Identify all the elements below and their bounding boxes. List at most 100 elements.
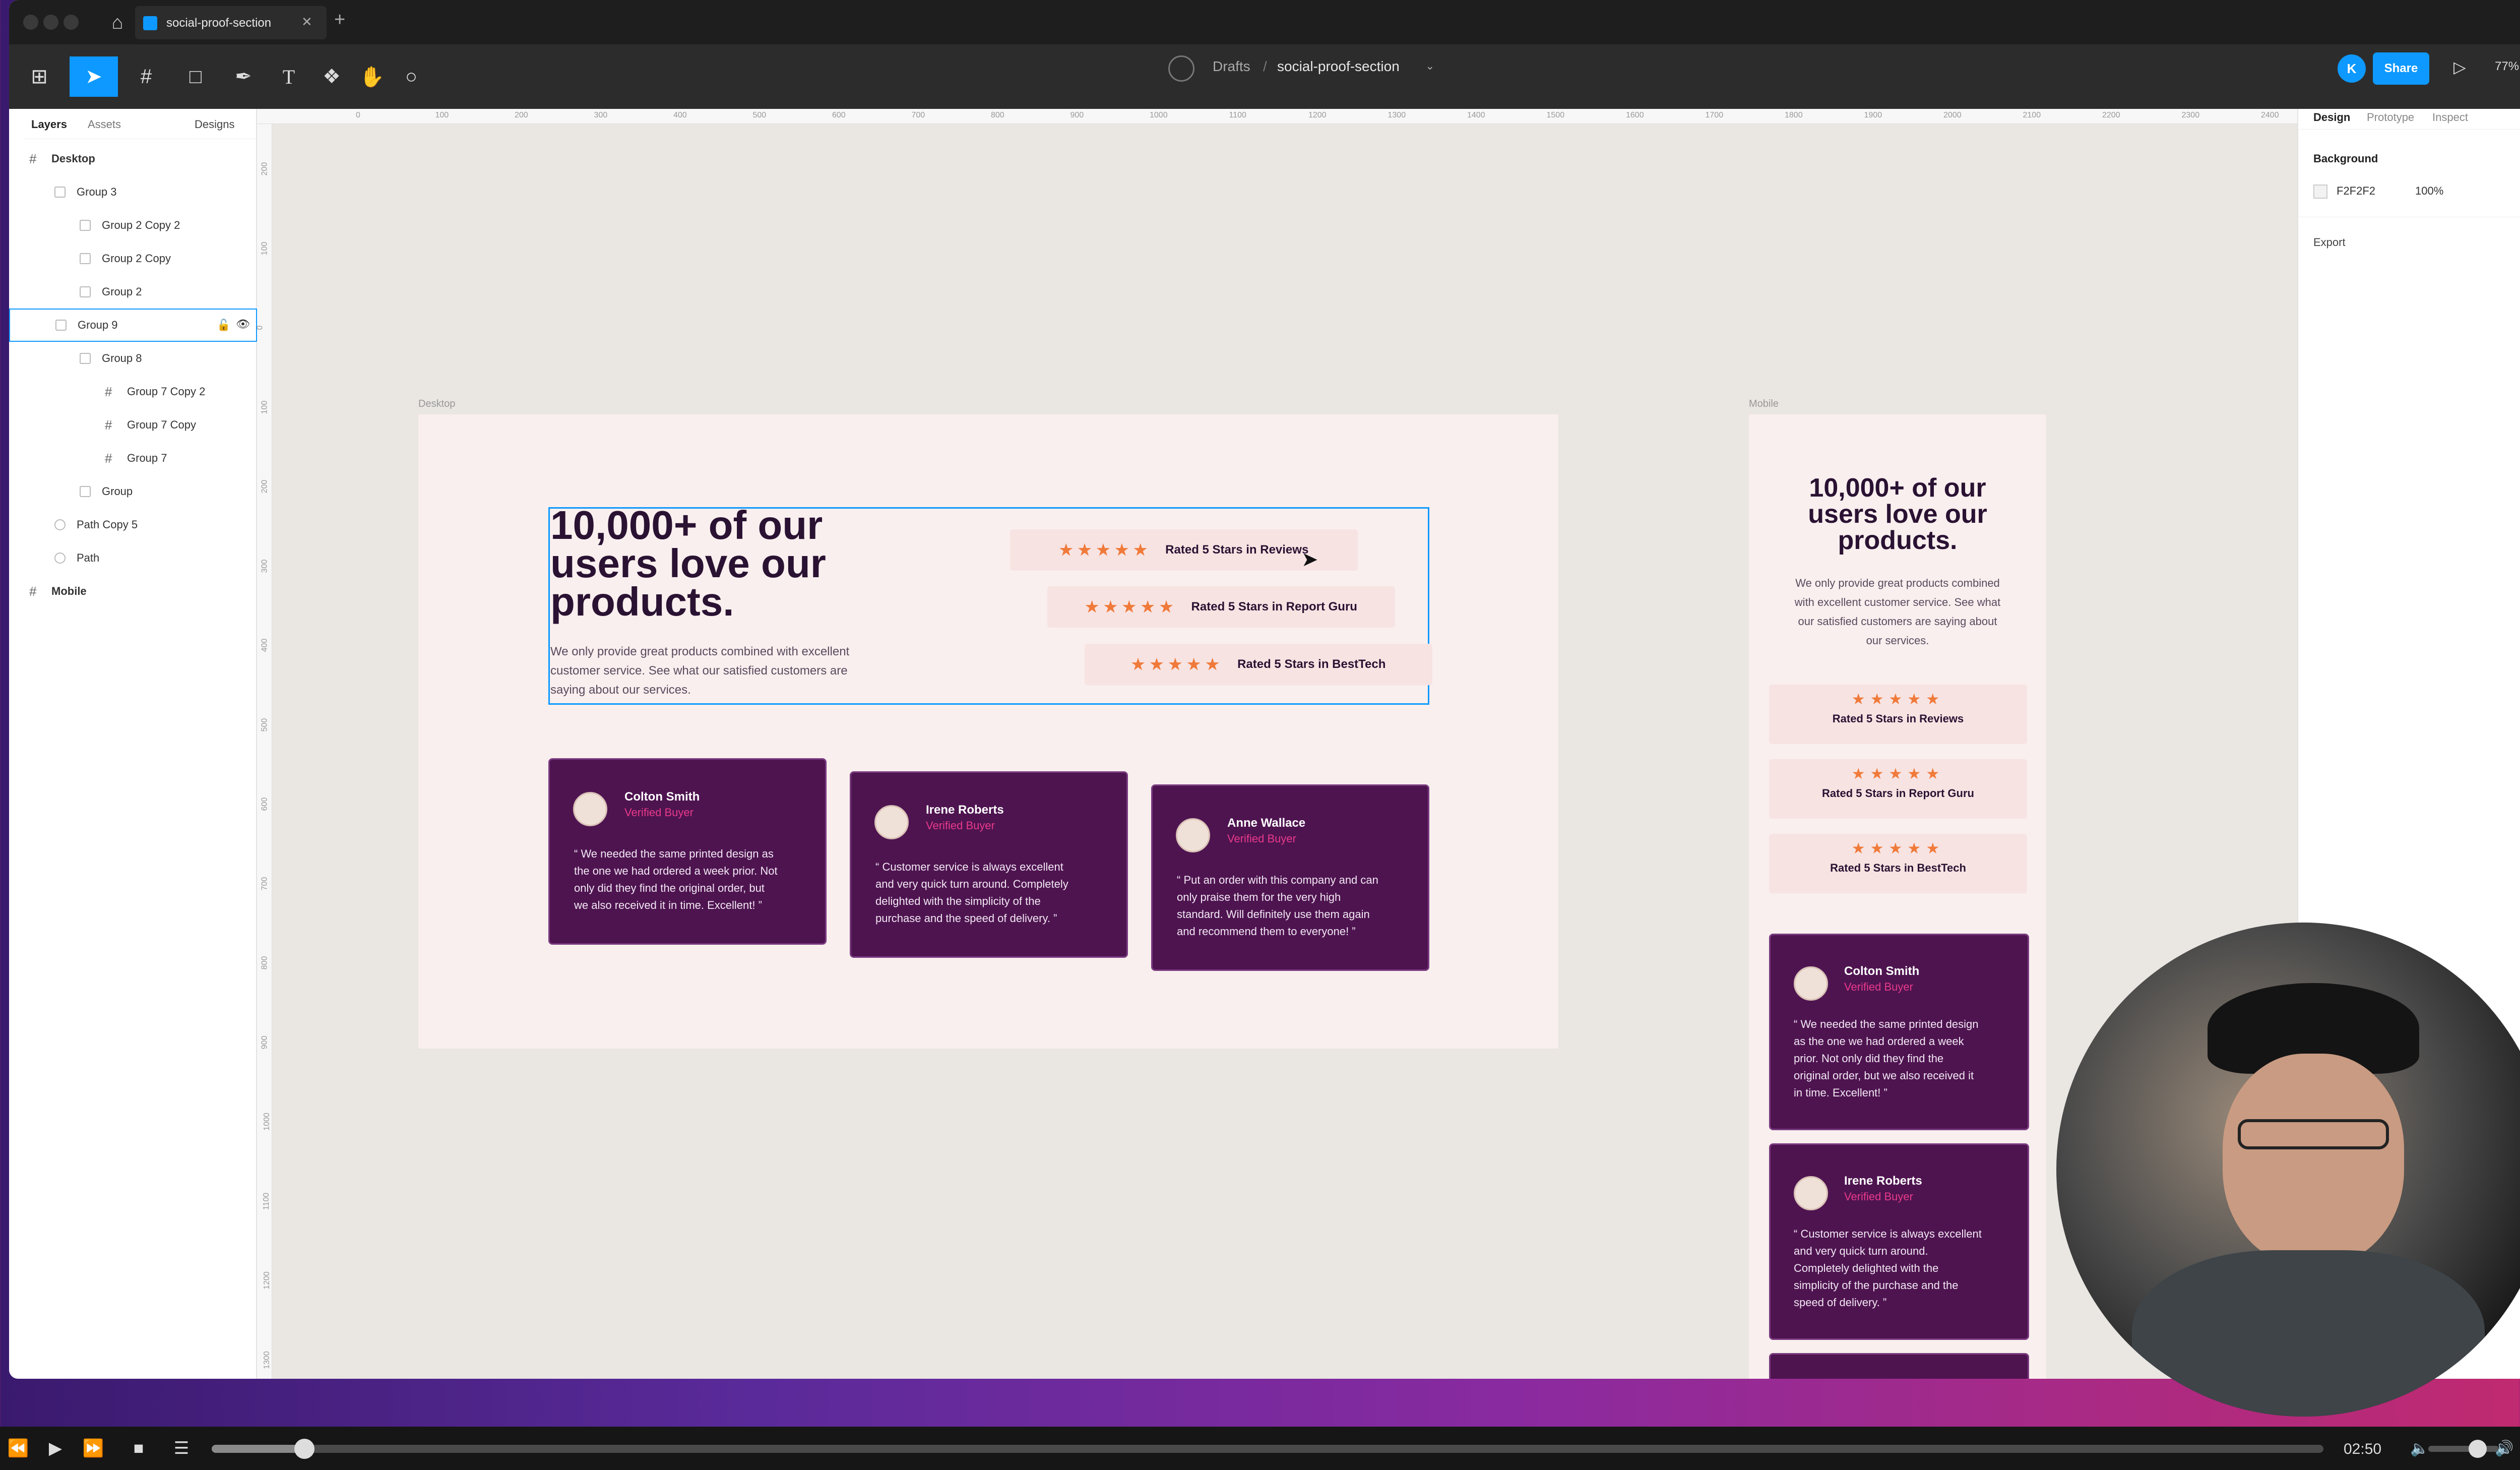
window-close-dot[interactable] bbox=[23, 15, 38, 30]
layer-item[interactable]: # Group 7 Copy bbox=[9, 408, 257, 442]
progress-track[interactable] bbox=[212, 1439, 2323, 1459]
file-name[interactable]: social-proof-section bbox=[1277, 58, 1400, 75]
tab-design[interactable]: Design bbox=[2313, 111, 2350, 124]
testimonial-role: Verified Buyer bbox=[1227, 832, 1296, 845]
five-stars-icon: ★★★★★ bbox=[1059, 541, 1153, 559]
avatar bbox=[1794, 1176, 1828, 1210]
testimonial-name: Anne Wallace bbox=[1227, 816, 1306, 830]
tab-assets[interactable]: Assets bbox=[88, 118, 121, 131]
group-icon bbox=[55, 320, 67, 331]
mobile-frame-label[interactable]: Mobile bbox=[1749, 398, 1779, 410]
frame-icon: # bbox=[29, 151, 37, 166]
playlist-icon[interactable]: ☰ bbox=[166, 1435, 197, 1462]
volume-high-icon[interactable]: 🔊 bbox=[2495, 1440, 2513, 1457]
components-icon[interactable]: ❖ bbox=[311, 56, 352, 97]
tab-prototype[interactable]: Prototype bbox=[2367, 111, 2414, 124]
pen-tool-icon[interactable]: ✒ bbox=[223, 56, 264, 97]
avatar bbox=[573, 792, 607, 826]
heading-line: 10,000+ of our bbox=[550, 503, 823, 547]
file-tab[interactable]: social-proof-section ✕ bbox=[135, 6, 327, 39]
close-tab-icon[interactable]: ✕ bbox=[301, 14, 312, 30]
testimonial-role: Verified Buyer bbox=[624, 806, 694, 819]
rewind-icon[interactable]: ⏪ bbox=[3, 1435, 33, 1462]
background-swatch[interactable] bbox=[2313, 185, 2327, 199]
fast-forward-icon[interactable]: ⏩ bbox=[78, 1435, 108, 1462]
background-hex[interactable]: F2F2F2 bbox=[2337, 185, 2375, 198]
layer-item[interactable]: Group 3 bbox=[9, 175, 257, 209]
volume-knob[interactable] bbox=[2469, 1440, 2487, 1458]
page-selector[interactable]: Designs bbox=[195, 118, 234, 131]
volume-low-icon[interactable]: 🔈 bbox=[2410, 1440, 2429, 1457]
comment-tool-icon[interactable]: ○ bbox=[391, 56, 431, 97]
layer-item[interactable]: Group 2 Copy bbox=[9, 242, 257, 275]
quote-line: as the one we had ordered a week bbox=[1794, 1035, 1964, 1048]
frame-icon: # bbox=[105, 384, 112, 399]
heading-line: 10,000+ of our bbox=[1809, 473, 1986, 503]
layer-item[interactable]: Group 9 🔓 👁 bbox=[9, 309, 257, 342]
layer-item[interactable]: # Desktop bbox=[9, 142, 257, 175]
window-maximize-dot[interactable] bbox=[64, 15, 79, 30]
team-icon[interactable] bbox=[1168, 55, 1194, 82]
home-icon[interactable]: ⌂ bbox=[105, 10, 130, 35]
frame-icon: # bbox=[105, 451, 112, 466]
user-avatar[interactable]: K bbox=[2338, 54, 2366, 83]
avatar bbox=[874, 805, 909, 839]
heading-line: products. bbox=[1838, 526, 1958, 555]
mobile-frame[interactable]: 10,000+ of our users love our products. … bbox=[1749, 414, 2046, 1379]
layer-item[interactable]: # Mobile bbox=[9, 575, 257, 608]
shape-tool-icon[interactable]: □ bbox=[175, 56, 216, 97]
testimonial-name: Colton Smith bbox=[1844, 964, 1920, 978]
testimonial-quote: “ Customer service is always excellent a… bbox=[875, 859, 1068, 927]
hand-tool-icon[interactable]: ✋ bbox=[352, 56, 392, 97]
text-tool-icon[interactable]: T bbox=[269, 56, 309, 97]
zoom-level[interactable]: 77% bbox=[2495, 59, 2519, 74]
quote-line: Completely delighted with the bbox=[1794, 1262, 1939, 1274]
desktop-frame-label[interactable]: Desktop bbox=[418, 398, 455, 410]
layer-item[interactable]: Group 8 bbox=[9, 342, 257, 375]
desktop-heading: 10,000+ of our users love our products. bbox=[550, 503, 826, 622]
unlock-icon[interactable]: 🔓 bbox=[217, 319, 230, 332]
layer-item[interactable]: # Group 7 Copy 2 bbox=[9, 375, 257, 408]
visibility-icon[interactable]: 👁 bbox=[236, 318, 250, 331]
stop-icon[interactable]: ■ bbox=[123, 1435, 154, 1462]
quote-line: only did they find the original order, b… bbox=[574, 882, 765, 894]
layer-label: Desktop bbox=[51, 152, 95, 165]
ruler-tick-label: 900 bbox=[260, 1035, 269, 1049]
desktop-frame[interactable]: 10,000+ of our users love our products. … bbox=[418, 414, 1558, 1049]
avatar bbox=[1794, 966, 1828, 1001]
frame-tool-icon[interactable]: # bbox=[126, 56, 166, 97]
layer-item[interactable]: Group bbox=[9, 475, 257, 508]
volume-slider[interactable] bbox=[2428, 1446, 2499, 1452]
layer-item[interactable]: Group 2 bbox=[9, 275, 257, 309]
heading-line: users love our bbox=[1808, 500, 1987, 529]
breadcrumb-drafts[interactable]: Drafts bbox=[1213, 58, 1250, 75]
layer-item[interactable]: Group 2 Copy 2 bbox=[9, 209, 257, 242]
present-icon[interactable]: ▷ bbox=[2453, 57, 2466, 77]
tab-inspect[interactable]: Inspect bbox=[2432, 111, 2468, 124]
share-button[interactable]: Share bbox=[2373, 52, 2429, 85]
move-tool-icon[interactable]: ➤ bbox=[70, 56, 118, 97]
mobile-body-text: We only provide great products combined … bbox=[1749, 574, 2046, 650]
ruler-tick-label: 300 bbox=[594, 111, 608, 119]
layer-item[interactable]: Path bbox=[9, 541, 257, 575]
shirt bbox=[2132, 1250, 2485, 1417]
layer-item[interactable]: # Group 7 bbox=[9, 442, 257, 475]
body-line: We only provide great products combined … bbox=[550, 645, 850, 658]
background-label: Background bbox=[2313, 152, 2378, 165]
layer-item[interactable]: Path Copy 5 bbox=[9, 508, 257, 541]
play-icon[interactable]: ▶ bbox=[40, 1435, 71, 1462]
ruler-tick-label: 700 bbox=[911, 111, 925, 119]
layer-label: Group bbox=[102, 485, 133, 498]
window-minimize-dot[interactable] bbox=[43, 15, 58, 30]
tab-layers[interactable]: Layers bbox=[31, 118, 67, 131]
ruler-tick-label: 1200 bbox=[262, 1271, 271, 1290]
main-menu-icon[interactable]: ⊞ bbox=[19, 56, 59, 97]
rating-pill: ★★★★★ Rated 5 Stars in Report Guru bbox=[1769, 759, 2027, 819]
five-stars-icon: ★★★★★ bbox=[1131, 656, 1225, 673]
layer-label: Group 8 bbox=[102, 352, 142, 364]
background-opacity[interactable]: 100% bbox=[2415, 185, 2443, 198]
ruler-tick-label: 400 bbox=[673, 111, 687, 119]
chevron-down-icon[interactable]: ⌄ bbox=[1425, 59, 1434, 73]
new-tab-icon[interactable]: + bbox=[334, 9, 345, 31]
testimonial-card bbox=[1769, 1353, 2029, 1379]
